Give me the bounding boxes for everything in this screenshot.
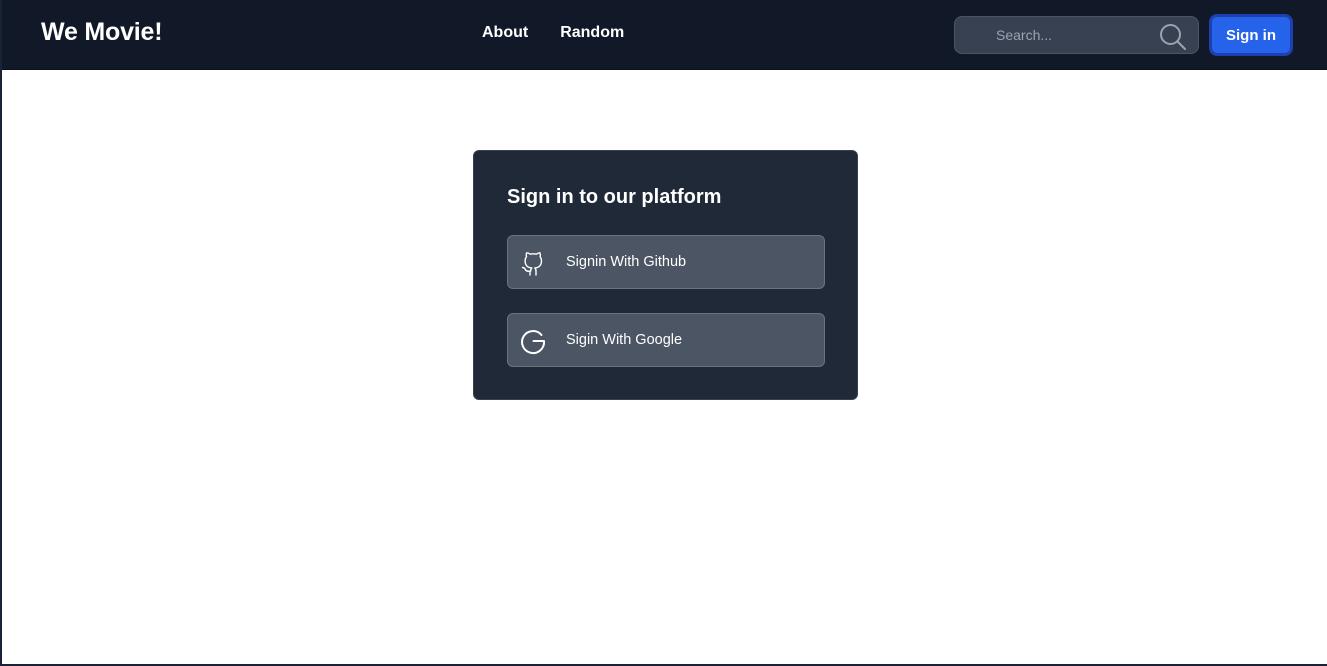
login-card: Sign in to our platform Signin With Gith… [473, 150, 858, 400]
google-icon [521, 330, 546, 355]
github-signin-button[interactable]: Signin With Github [507, 235, 825, 289]
google-signin-label: Sigin With Google [566, 332, 683, 348]
navbar: We Movie! About Random Sign in [2, 0, 1327, 70]
search-icon[interactable] [1158, 22, 1188, 52]
search-box [954, 16, 1199, 54]
card-title: Sign in to our platform [507, 186, 722, 208]
github-icon [521, 252, 543, 276]
nav-link-about[interactable]: About [482, 24, 528, 42]
google-signin-button[interactable]: Sigin With Google [507, 313, 825, 367]
app-window: We Movie! About Random Sign in Sign in t… [0, 0, 1327, 666]
signin-button[interactable]: Sign in [1209, 14, 1293, 56]
github-signin-label: Signin With Github [566, 254, 687, 270]
nav-links: About Random [482, 24, 624, 42]
search-input[interactable] [963, 17, 1153, 53]
brand-logo[interactable]: We Movie! [41, 18, 163, 47]
nav-link-random[interactable]: Random [560, 24, 624, 42]
